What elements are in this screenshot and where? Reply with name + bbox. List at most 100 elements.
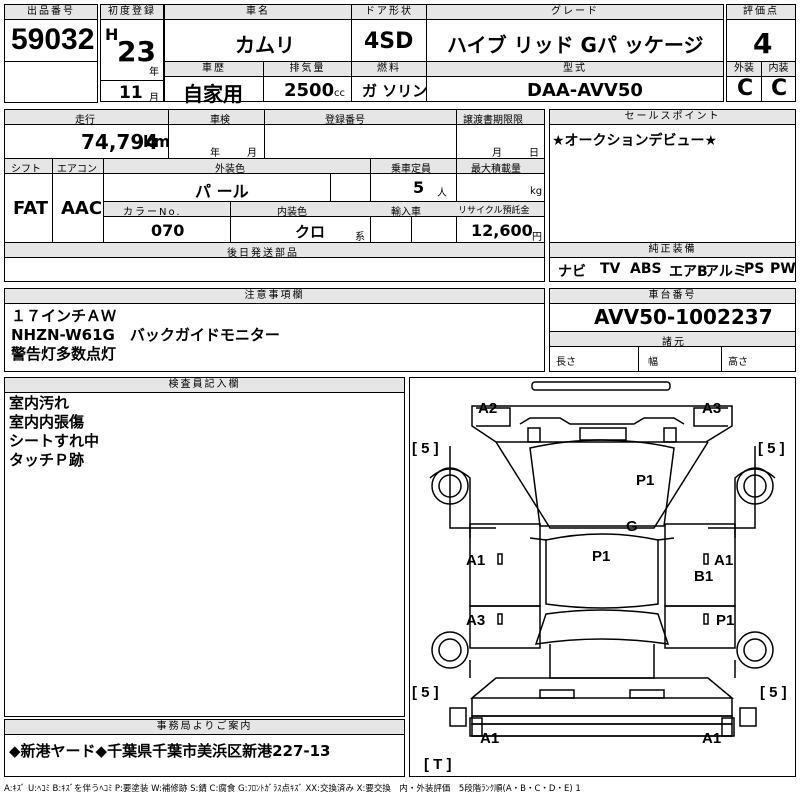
history-box: 車歴 自家用 (164, 61, 264, 106)
ext-grade: C (737, 76, 754, 101)
sales-point-text: ★オークションデビュー★ (552, 133, 718, 149)
score-label: 評価点 (727, 5, 795, 20)
grade: ハイブ リッド Gパ ッケージ (447, 33, 704, 57)
door-label: ドア形状 (352, 5, 426, 20)
disp-label: 排気量 (264, 62, 351, 77)
model-code: DAA-AVV50 (527, 80, 643, 101)
interior-color: クロ (295, 223, 326, 241)
damage-mark: A1 (480, 730, 500, 747)
disp-box: 排気量 2500 cc (263, 61, 352, 102)
notes-line: NHZN-W61G バックガイドモニター (11, 326, 280, 344)
ext-box: 外装 C (726, 61, 762, 102)
damage-mark: A1 (714, 552, 734, 569)
equipment-item: ABS (630, 261, 662, 277)
fuel: ガ ソリン (362, 82, 428, 100)
disp-unit: cc (334, 88, 345, 99)
equipment-item: PS (744, 261, 765, 277)
score: 4 (753, 27, 773, 60)
equipment-label: 純正装備 (550, 243, 795, 258)
car-name-box: 車名 カムリ (164, 4, 352, 62)
first-reg-box: 初度登録 H 23 年 11 月 (100, 4, 164, 104)
chassis-box: 車台番号 AVV50-1002237 諸元 長さ 幅 高さ (549, 288, 796, 372)
history-label: 車歴 (165, 62, 263, 77)
height-label: 高さ (728, 357, 748, 368)
spec-block: 走行 車検 登録番号 譲渡書期限限 74,794 km 年 月 月 日 シフト … (4, 109, 545, 282)
ext-label: 外装 (727, 62, 761, 77)
tire-grade: [ 5 ] (758, 440, 785, 457)
reg-label: 登録番号 (325, 115, 365, 126)
inspector-line: 室内汚れ (9, 394, 70, 412)
colorno-label: カラーNo. (123, 207, 182, 218)
chassis-label: 車台番号 (550, 289, 795, 304)
damage-mark: A1 (466, 552, 486, 569)
length-label: 長さ (556, 357, 576, 368)
equipment-item: ナビ (558, 264, 586, 280)
equipment-item: エアB (669, 264, 708, 280)
equipment-item: アルミ (705, 264, 747, 280)
equipment-item: TV (600, 261, 621, 277)
model-box: 型式 DAA-AVV50 (426, 61, 724, 102)
load-label: 最大積載量 (471, 164, 521, 175)
car-name-label: 車名 (165, 5, 351, 20)
mileage-label: 走行 (75, 115, 95, 126)
recycle-unit: 円 (532, 232, 542, 243)
width-label: 幅 (648, 357, 658, 368)
later-parts-label: 後日発送部品 (227, 248, 299, 259)
notes-label: 注意事項欄 (5, 289, 544, 304)
equipment-item: PW (770, 261, 796, 277)
notes-line: 警告灯多数点灯 (11, 345, 117, 363)
damage-mark: G (626, 518, 638, 535)
damage-mark: P1 (716, 612, 735, 629)
recycle-fee: 12,600 (471, 221, 533, 240)
transfer-month-unit: 月 (492, 148, 502, 159)
damage-mark: B1 (694, 568, 714, 585)
transfer-day-unit: 日 (529, 148, 539, 159)
shift: FAT (13, 198, 49, 219)
door-box: ドア形状 4SD (351, 4, 427, 62)
inspect-label: 車検 (210, 115, 230, 126)
inspector-box: 検査員記入欄 室内汚れ 室内内張傷 シートすれ中 タッチＰ跡 (4, 377, 405, 717)
grade-box: グレード ハイブ リッド Gパ ッケージ (426, 4, 724, 62)
car-diagram-svg (429, 381, 776, 737)
cap-unit: 人 (437, 188, 447, 199)
load-unit: kg (530, 186, 543, 197)
equipment-box: 純正装備 ナビ TV ABS エアB アルミ PS PW (549, 242, 796, 282)
recycle-label: リサイクル預託金 (458, 206, 530, 216)
inspector-line: 室内内張傷 (9, 413, 85, 431)
int-label: 内装 (762, 62, 795, 77)
int-box: 内装 C (761, 61, 796, 102)
office-box: 事務局よりご案内 ◆新港ヤード◆千葉県千葉市美浜区新港227-13 (4, 719, 405, 777)
mileage-unit: km (143, 132, 171, 151)
lot-label: 出品番号 (5, 5, 97, 20)
inspector-line: シートすれ中 (9, 432, 100, 450)
year-unit: 年 (149, 67, 159, 78)
spare-tire: [ T ] (424, 756, 452, 773)
damage-mark: A3 (466, 612, 486, 629)
color-label: 外装色 (215, 164, 245, 175)
lot-box-lower (4, 61, 98, 103)
car-name: カムリ (235, 33, 295, 57)
int-grade: C (771, 76, 788, 101)
notes-line: １７インチＡＷ (11, 307, 117, 325)
tire-grade: [ 5 ] (760, 684, 787, 701)
ac: AAC (61, 198, 103, 219)
month-unit: 月 (149, 93, 159, 104)
lot-box: 出品番号 59032 (4, 4, 98, 62)
ac-label: エアコン (57, 164, 97, 175)
door-type: 4SD (364, 29, 414, 54)
damage-mark: P1 (636, 472, 655, 489)
dim-label: 諸元 (662, 337, 686, 348)
intcolor-label: 内装色 (277, 207, 307, 218)
office-label: 事務局よりご案内 (5, 720, 404, 735)
shift-label: シフト (11, 164, 41, 175)
fuel-box: 燃料 ガ ソリン (351, 61, 427, 102)
damage-mark: P1 (592, 548, 611, 565)
sales-point-label: セールスポイント (550, 110, 795, 125)
inspector-label: 検査員記入欄 (5, 378, 404, 393)
first-reg-label: 初度登録 (101, 5, 163, 20)
exterior-color: パ ール (195, 182, 249, 201)
transfer-label: 譲渡書期限限 (463, 115, 523, 126)
import-label: 輸入車 (391, 207, 421, 218)
damage-diagram: A2 A3 P1 G P1 A1 A1 B1 A3 P1 A1 A1 [ 5 ]… (409, 377, 796, 777)
sales-point-box: セールスポイント ★オークションデビュー★ (549, 109, 796, 243)
